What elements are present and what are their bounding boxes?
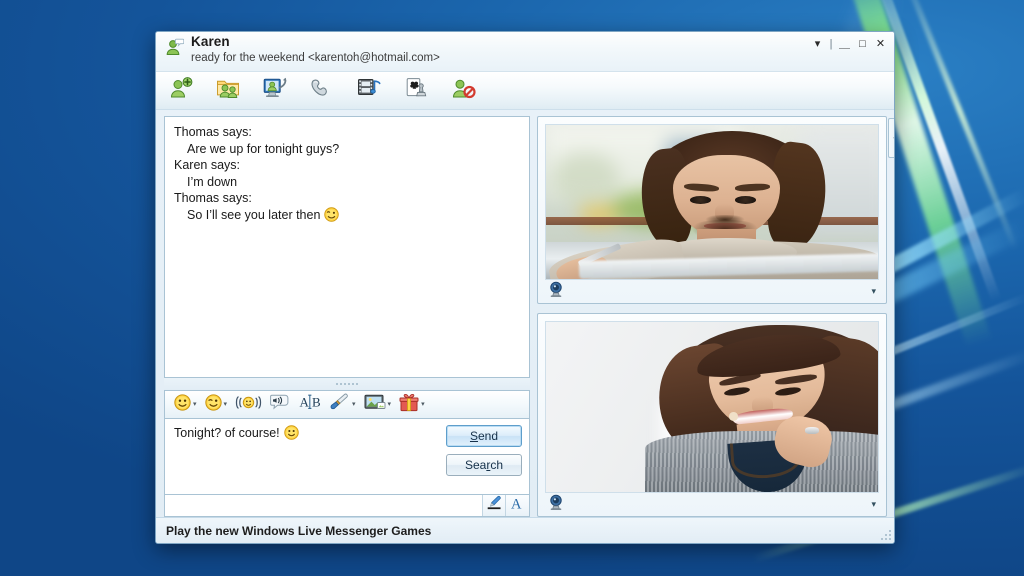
- contact-person-icon: [165, 38, 184, 62]
- voice-call-button[interactable]: [309, 78, 335, 104]
- desktop-background: Karen ready for the weekend <karentoh@ho…: [0, 0, 1024, 576]
- smiley-icon: [284, 425, 299, 443]
- remote-video-feed[interactable]: [545, 124, 879, 280]
- local-video-feed[interactable]: [545, 321, 879, 493]
- block-contact-button[interactable]: [450, 78, 476, 104]
- maximize-button[interactable]: □: [855, 37, 870, 51]
- compose-buttons: Send Search: [446, 425, 522, 476]
- chevron-down-icon[interactable]: ▾: [193, 401, 197, 408]
- remote-video-controls: ▾: [545, 280, 879, 303]
- format-toolbar: ▾ ▾: [164, 390, 530, 419]
- svg-text:B: B: [312, 395, 321, 410]
- action-toolbar: [156, 72, 894, 110]
- send-button-label: end: [478, 429, 498, 443]
- photo-scene-icon: [364, 393, 386, 416]
- chat-column: Thomas says: Are we up for tonight guys?…: [164, 116, 530, 517]
- send-files-button[interactable]: [215, 78, 241, 104]
- font-ab-icon: A B: [298, 393, 322, 416]
- video-column: ‹: [537, 116, 887, 517]
- svg-text:A: A: [511, 497, 522, 512]
- cards-chess-icon: [404, 77, 428, 105]
- send-button[interactable]: Send: [446, 425, 522, 447]
- letter-a-icon: A: [509, 495, 526, 516]
- message-sender: Karen says:: [174, 157, 520, 174]
- message-body: So I’ll see you later then: [187, 208, 320, 222]
- nudge-button[interactable]: [232, 393, 265, 416]
- winks-button[interactable]: ▾: [202, 393, 231, 416]
- message-sender: Thomas says:: [174, 124, 520, 141]
- chevron-down-icon[interactable]: ▾: [388, 401, 392, 408]
- messenger-conversation-window: Karen ready for the weekend <karentoh@ho…: [155, 31, 895, 544]
- wink-smiley-icon: [205, 394, 222, 416]
- search-button-label-pre: Sea: [465, 458, 486, 472]
- svg-text:A: A: [300, 395, 310, 410]
- advertisement-bar[interactable]: Play the new Windows Live Messenger Game…: [156, 517, 894, 543]
- video-scene-woman-smiling: [546, 322, 878, 492]
- window-menu-arrow-button[interactable]: ▾: [810, 37, 825, 51]
- phone-handset-icon: [309, 78, 335, 103]
- local-video-panel: ▾: [537, 313, 887, 517]
- send-video-message-button[interactable]: [356, 78, 382, 104]
- message-body: Are we up for tonight guys?: [174, 141, 520, 158]
- video-scene-man-at-cafe: [546, 125, 878, 279]
- contact-name: Karen: [191, 35, 440, 50]
- remote-video-panel: ▾: [537, 116, 887, 304]
- search-button[interactable]: Search: [446, 454, 522, 476]
- resize-grip-icon[interactable]: [879, 528, 891, 540]
- message-compose-area[interactable]: Tonight? of course! Send Search: [164, 419, 530, 495]
- handwriting-button[interactable]: [483, 495, 506, 516]
- webcam-screen-icon: [263, 77, 288, 105]
- handwriting-strip: A: [164, 495, 530, 517]
- sound-button[interactable]: [267, 393, 293, 416]
- conversation-body: Thomas says: Are we up for tonight guys?…: [156, 110, 894, 517]
- webcam-icon[interactable]: [548, 494, 564, 515]
- message-body: I’m down: [174, 174, 520, 191]
- collapse-video-panel-button[interactable]: ‹: [888, 118, 895, 158]
- folder-people-icon: [216, 77, 241, 104]
- background-button[interactable]: ▾: [361, 393, 395, 416]
- window-titlebar[interactable]: Karen ready for the weekend <karentoh@ho…: [156, 32, 894, 72]
- chat-splitter-grip[interactable]: [164, 378, 530, 390]
- splitter-dots: [336, 383, 358, 385]
- chevron-down-icon[interactable]: ▾: [421, 401, 425, 408]
- video-call-button[interactable]: [262, 78, 288, 104]
- send-button-accesskey: S: [470, 429, 478, 443]
- window-controls-separator: |: [828, 37, 834, 51]
- search-button-label-post: ch: [490, 458, 503, 472]
- gift-button[interactable]: ▾: [396, 393, 428, 416]
- local-video-controls: ▾: [545, 493, 879, 516]
- compose-input-value[interactable]: Tonight? of course!: [174, 426, 280, 440]
- font-button[interactable]: A B: [295, 393, 325, 416]
- invite-contact-button[interactable]: [168, 78, 194, 104]
- person-block-icon: [451, 77, 476, 104]
- chevron-down-icon[interactable]: ▾: [224, 401, 228, 408]
- remote-video-menu-caret[interactable]: ▾: [871, 287, 876, 296]
- film-note-icon: [357, 77, 382, 104]
- scene-color-button[interactable]: ▾: [327, 393, 359, 416]
- message-sender: Thomas says:: [174, 190, 520, 207]
- minimize-button[interactable]: ＿: [837, 37, 852, 51]
- webcam-icon[interactable]: [548, 281, 564, 302]
- gift-icon: [399, 393, 419, 417]
- contact-status-message: ready for the weekend <karentoh@hotmail.…: [191, 52, 440, 64]
- window-controls: ▾ | ＿ □ ✕: [810, 37, 888, 51]
- text-input-button[interactable]: A: [506, 495, 529, 516]
- pen-icon: [486, 495, 503, 516]
- handwriting-input[interactable]: [165, 495, 483, 516]
- wink-smiley-icon: [324, 207, 339, 227]
- smiley-icon: [174, 394, 191, 416]
- chat-history[interactable]: Thomas says: Are we up for tonight guys?…: [164, 116, 530, 378]
- games-button[interactable]: [403, 78, 429, 104]
- nudge-icon: [235, 394, 262, 416]
- close-button[interactable]: ✕: [873, 37, 888, 51]
- person-add-icon: [169, 77, 193, 104]
- message-body-with-emoticon: So I’ll see you later then: [174, 207, 520, 227]
- paint-brush-icon: [330, 393, 350, 416]
- speaker-icon: [270, 393, 290, 416]
- emoticons-button[interactable]: ▾: [171, 393, 200, 416]
- contact-identity: Karen ready for the weekend <karentoh@ho…: [165, 35, 888, 64]
- chevron-down-icon[interactable]: ▾: [352, 401, 356, 408]
- local-video-menu-caret[interactable]: ▾: [871, 500, 876, 509]
- advertisement-text[interactable]: Play the new Windows Live Messenger Game…: [166, 524, 431, 538]
